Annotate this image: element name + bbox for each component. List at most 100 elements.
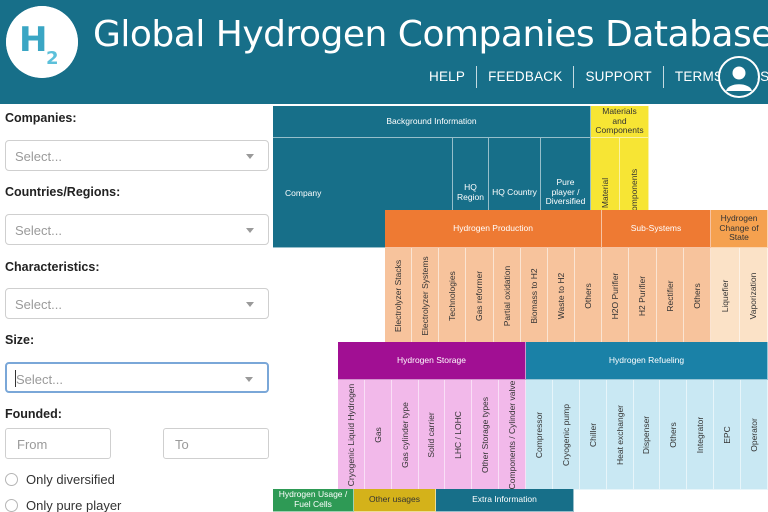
other-usages-header-label: Other usages [368, 494, 421, 505]
countries-label: Countries/Regions: [5, 185, 121, 199]
other-usages-header: Other usages [354, 489, 436, 512]
storage-column-2-label: Gas [372, 426, 383, 443]
header-bar: H 2 Global Hydrogen Companies Database H… [0, 0, 768, 104]
refueling-column-9: Operator [741, 380, 768, 490]
chevron-down-icon [245, 377, 253, 382]
characteristics-label: Characteristics: [5, 260, 100, 274]
storage-header-label: Hydrogen Storage [397, 354, 466, 365]
refueling-column-4: Heat exchanger [606, 380, 634, 490]
storage-column-5: LHC / LOHC [445, 380, 473, 490]
subsystems-column-4: Others [683, 248, 711, 344]
change-of-state-column-1-label: Liquefier [719, 279, 730, 312]
only-diversified-radio[interactable]: Only diversified [5, 472, 115, 487]
materials-header-label: Materials and Components [595, 106, 644, 136]
production-column-4: Gas reformer [466, 248, 494, 344]
filter-sidebar: Companies: Select... Countries/Regions: … [0, 104, 278, 512]
storage-column-6: Other Storage types [472, 380, 500, 490]
refueling-column-6-label: Others [668, 421, 679, 448]
svg-text:H: H [19, 20, 47, 60]
subsystems-column-2: H2 Purifier [629, 248, 657, 344]
refueling-column-2: Cryogenic pump [552, 380, 580, 490]
refueling-column-2-label: Cryogenic pump [560, 403, 571, 466]
countries-placeholder: Select... [15, 223, 62, 238]
hq-country-column-label: HQ Country [492, 186, 537, 197]
nav-feedback-link[interactable]: FEEDBACK [476, 66, 573, 88]
storage-column-1: Cryogenic Liquid Hydrogen [338, 380, 365, 490]
refueling-column-4-label: Heat exchanger [614, 404, 625, 465]
production-column-1: Electrolyzer Stacks [385, 248, 413, 344]
subsystems-column-3-label: Rectifier [664, 279, 675, 312]
subsystems-column-3: Rectifier [656, 248, 684, 344]
production-column-5-label: Partial oxidation [501, 265, 512, 326]
characteristics-select[interactable]: Select... [5, 288, 269, 319]
refueling-column-3-label: Chiller [587, 422, 598, 447]
refueling-column-5-label: Dispenser [641, 415, 652, 454]
subsystems-column-1: H2O Purifier [602, 248, 630, 344]
countries-select[interactable]: Select... [5, 214, 269, 245]
background-info-header-label: Background Information [386, 115, 477, 126]
refueling-column-9-label: Operator [749, 417, 760, 452]
companies-select[interactable]: Select... [5, 140, 269, 171]
production-column-6-label: Biomass to H2 [528, 267, 539, 324]
subsystems-column-4-label: Others [691, 282, 702, 309]
storage-column-2: Gas [364, 380, 392, 490]
companies-label: Companies: [5, 111, 77, 125]
storage-column-3: Gas cylinder type [391, 380, 419, 490]
materials-column-1-label: Material [600, 177, 610, 208]
storage-column-7: Components / Cylinder valve [499, 380, 526, 490]
storage-column-4-label: Solid carrier [426, 411, 437, 458]
size-placeholder: Select... [16, 372, 63, 387]
founded-from-input[interactable]: From [5, 428, 111, 459]
top-nav: HELP FEEDBACK SUPPORT TERMS OF USE [418, 66, 768, 88]
page-title: Global Hydrogen Companies Database [93, 14, 768, 55]
chevron-down-icon [246, 302, 254, 307]
refueling-column-1: Compressor [526, 380, 553, 490]
svg-text:2: 2 [46, 48, 59, 69]
founded-to-input[interactable]: To [163, 428, 269, 459]
founded-from-placeholder: From [17, 437, 48, 452]
hq-region-column-label: HQ Region [457, 181, 484, 202]
production-column-6: Biomass to H2 [520, 248, 548, 344]
production-column-3: Technologies [439, 248, 467, 344]
extra-information-header: Extra Information [436, 489, 574, 512]
materials-header: Materials and Components [591, 106, 649, 138]
extra-information-header-label: Extra Information [472, 494, 537, 505]
chevron-down-icon [246, 228, 254, 233]
radio-circle-icon[interactable] [5, 473, 18, 486]
only-diversified-label: Only diversified [26, 472, 115, 487]
size-label: Size: [5, 333, 35, 347]
refueling-column-6: Others [660, 380, 688, 490]
h2-logo[interactable]: H 2 [6, 6, 78, 78]
production-column-4-label: Gas reformer [474, 270, 485, 321]
chevron-down-icon [246, 154, 254, 159]
radio-circle-icon[interactable] [5, 499, 18, 512]
only-pure-player-radio[interactable]: Only pure player [5, 498, 121, 512]
storage-column-4: Solid carrier [418, 380, 446, 490]
founded-to-placeholder: To [175, 437, 189, 452]
refueling-column-1-label: Compressor [533, 411, 544, 458]
storage-header: Hydrogen Storage [338, 342, 526, 380]
subsystems-column-2-label: H2 Purifier [637, 275, 648, 316]
company-column-label: Company [285, 187, 322, 198]
characteristics-placeholder: Select... [15, 297, 62, 312]
subsystems-header: Sub-Systems [602, 210, 711, 248]
refueling-header: Hydrogen Refueling [526, 342, 768, 380]
change-of-state-header-label: Hydrogen Change of State [719, 212, 759, 243]
storage-column-6-label: Other Storage types [480, 396, 491, 473]
production-column-7: Waste to H2 [547, 248, 575, 344]
production-column-8: Others [574, 248, 602, 344]
storage-column-7-label: Components / Cylinder valve [507, 380, 518, 489]
fuel-cells-header: Hydrogen Usage / Fuel Cells [273, 489, 354, 512]
refueling-column-3: Chiller [579, 380, 607, 490]
companies-placeholder: Select... [15, 149, 62, 164]
fuel-cells-header-label: Hydrogen Usage / Fuel Cells [278, 489, 348, 509]
nav-help-link[interactable]: HELP [418, 66, 476, 88]
refueling-column-8-label: EPC [722, 425, 733, 444]
nav-support-link[interactable]: SUPPORT [573, 66, 662, 88]
production-column-2: Electrolyzer Systems [412, 248, 440, 344]
refueling-column-7-label: Integrator [695, 416, 706, 453]
production-column-7-label: Waste to H2 [555, 272, 566, 319]
change-of-state-column-2: Vaporization [739, 248, 768, 344]
user-avatar-icon[interactable] [718, 56, 760, 98]
size-select[interactable]: Select... [5, 362, 269, 393]
